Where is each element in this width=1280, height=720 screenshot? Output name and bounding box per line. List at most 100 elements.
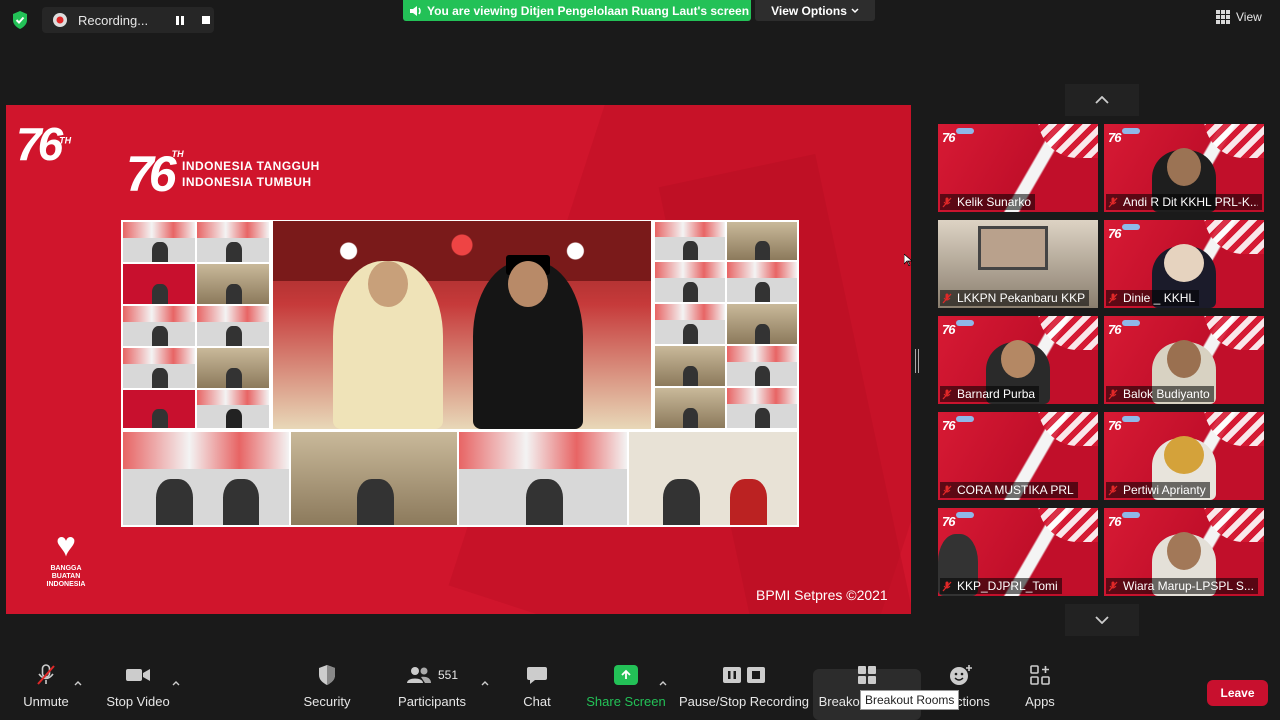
mouse-cursor-icon (903, 253, 913, 267)
mic-muted-icon (1108, 293, 1118, 303)
collage-tile (655, 388, 725, 428)
participant-nameplate: Pertiwi Aprianty (1106, 482, 1210, 498)
participant-nameplate: Kelik Sunarko (940, 194, 1036, 210)
recording-label: Recording... (78, 12, 149, 28)
collage-tile (655, 304, 725, 344)
chevron-up-icon[interactable] (171, 678, 181, 688)
chevron-down-icon (851, 7, 859, 13)
collage-tile (197, 264, 269, 304)
collage-tile (727, 304, 797, 344)
participant-nameplate: Balok Budiyanto (1106, 386, 1214, 402)
chevron-down-icon (1095, 616, 1109, 624)
viewing-banner: You are viewing Ditjen Pengelolaan Ruang… (403, 0, 751, 21)
mic-muted-icon (1108, 581, 1118, 591)
collage-tile (459, 432, 627, 525)
mic-muted-icon (1108, 485, 1118, 495)
collage-tile (727, 388, 797, 428)
participant-tile[interactable]: 76 Balok Budiyanto (1104, 316, 1264, 404)
collage-tile (197, 306, 269, 346)
grid-view-icon (1216, 10, 1230, 24)
apps-icon (1029, 660, 1051, 690)
hut-ri-76-logo-small: 76TH (16, 118, 72, 170)
view-label: View (1236, 10, 1262, 24)
mic-muted-icon (35, 660, 57, 690)
collage-tile (123, 348, 195, 388)
speaker-icon (410, 5, 421, 16)
collage-tile (197, 222, 269, 262)
hut-ri-76-logo: 76TH (126, 146, 184, 202)
collage-tile (655, 222, 725, 260)
participant-tile[interactable]: 76 Pertiwi Aprianty (1104, 412, 1264, 500)
collage-tile (197, 348, 269, 388)
top-bar: Recording... You are viewing Ditjen Peng… (0, 0, 1280, 40)
participants-button[interactable]: 551 Participants (396, 660, 468, 720)
pause-stop-icon (722, 660, 766, 690)
chevron-up-icon[interactable] (480, 678, 490, 688)
stop-video-button[interactable]: Stop Video (104, 660, 172, 720)
mic-muted-icon (942, 197, 952, 207)
share-screen-button[interactable]: Share Screen (586, 660, 666, 720)
gallery-page-up-button[interactable] (1065, 84, 1139, 116)
apps-button[interactable]: Apps (1022, 660, 1058, 720)
security-button[interactable]: Security (300, 660, 354, 720)
shield-icon[interactable] (10, 10, 30, 30)
mic-muted-icon (942, 389, 952, 399)
collage-tile (123, 264, 195, 304)
stop-recording-button[interactable] (198, 12, 214, 28)
collage-tile (727, 222, 797, 260)
chevron-up-icon[interactable] (658, 678, 668, 688)
chevron-up-icon (1095, 96, 1109, 104)
main-stage-video (273, 221, 651, 429)
collage-tile (291, 432, 457, 525)
view-button[interactable]: View (1216, 6, 1272, 28)
leave-button[interactable]: Leave (1207, 680, 1268, 706)
shield-icon (317, 660, 337, 690)
collage-tile (197, 390, 269, 428)
copyright-text: BPMI Setpres ©2021 (756, 587, 888, 603)
mic-muted-icon (1108, 389, 1118, 399)
participant-tile[interactable]: 76 Andi R Dit KKHL PRL-K... (1104, 124, 1264, 212)
participant-tile[interactable]: 76 CORA MUSTIKA PRL (938, 412, 1098, 500)
mic-muted-icon (942, 293, 952, 303)
chat-bubble-icon (526, 660, 548, 690)
participant-nameplate: LKKPN Pekanbaru KKP (940, 290, 1090, 306)
participant-tile[interactable]: LKKPN Pekanbaru KKP (938, 220, 1098, 308)
pause-stop-recording-button[interactable]: Pause/Stop Recording (679, 660, 809, 720)
collage-tile (727, 346, 797, 386)
collage-tile (629, 432, 797, 525)
meeting-toolbar: Unmute Stop Video Security 551 Participa… (0, 660, 1280, 720)
participant-tile[interactable]: 76 Kelik Sunarko (938, 124, 1098, 212)
participant-tile[interactable]: 76 Barnard Purba (938, 316, 1098, 404)
gallery-page-down-button[interactable] (1065, 604, 1139, 636)
panel-resize-handle[interactable] (915, 349, 919, 373)
participant-tile[interactable]: 76 Wiara Marup-LPSPL S... (1104, 508, 1264, 596)
participant-gallery: 76 Kelik Sunarko 76 Andi R Dit KKHL PRL-… (938, 124, 1266, 596)
collage-tile (655, 346, 725, 386)
collage-tile (123, 306, 195, 346)
recording-icon (52, 12, 68, 28)
participant-tile[interactable]: 76 Dinie _ KKHL (1104, 220, 1264, 308)
participant-nameplate: Andi R Dit KKHL PRL-K... (1106, 194, 1262, 210)
chevron-up-icon[interactable] (73, 678, 83, 688)
smiley-plus-icon (949, 660, 973, 690)
shared-screen[interactable]: 76TH 76TH INDONESIA TANGGUH INDONESIA TU… (6, 105, 911, 614)
video-collage (121, 220, 799, 527)
unmute-button[interactable]: Unmute (16, 660, 76, 720)
collage-tile (655, 262, 725, 302)
participant-nameplate: CORA MUSTIKA PRL (940, 482, 1078, 498)
chat-button[interactable]: Chat (518, 660, 556, 720)
collage-tile (123, 222, 195, 262)
video-camera-icon (125, 660, 151, 690)
share-screen-icon (614, 660, 638, 690)
participant-nameplate: Wiara Marup-LPSPL S... (1106, 578, 1258, 594)
viewing-banner-text: You are viewing Ditjen Pengelolaan Ruang… (427, 3, 750, 18)
figure-vice-president (473, 255, 583, 429)
tagline: INDONESIA TANGGUH INDONESIA TUMBUH (182, 159, 320, 189)
mic-muted-icon (942, 581, 952, 591)
participant-nameplate: KKP_DJPRL_Tomi (940, 578, 1062, 594)
participant-tile[interactable]: 76 KKP_DJPRL_Tomi (938, 508, 1098, 596)
view-options-button[interactable]: View Options (755, 0, 875, 21)
figure-president (333, 261, 443, 429)
pause-recording-button[interactable] (172, 12, 188, 28)
collage-tile (727, 262, 797, 302)
